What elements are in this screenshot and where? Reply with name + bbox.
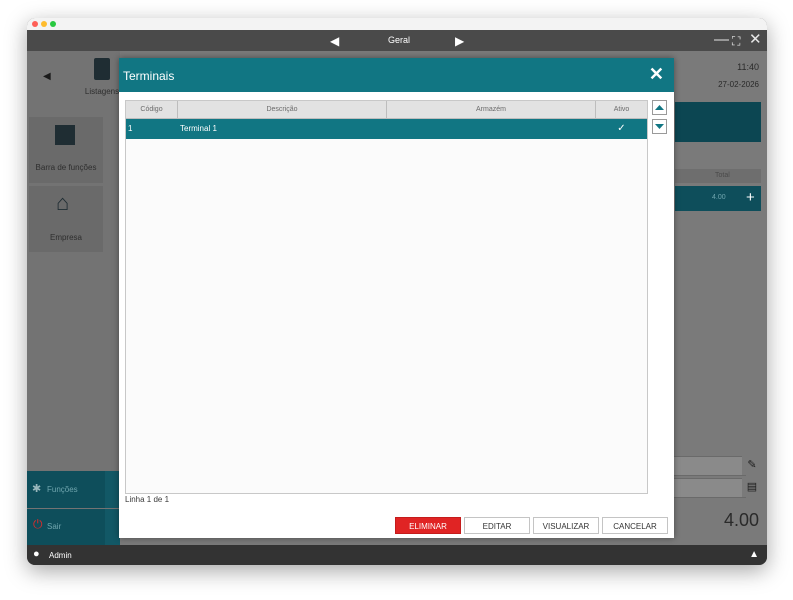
date-display: 27-02-2026 (718, 80, 759, 89)
scroll-up-button[interactable] (652, 100, 667, 115)
cell-ativo-check: ✓ (617, 123, 626, 134)
funcoes-extra-tile[interactable] (105, 471, 120, 508)
total-column-header: Total (675, 169, 761, 183)
user-icon: ● (33, 548, 40, 560)
editar-button[interactable]: EDITAR (464, 517, 530, 534)
table-row[interactable]: 1 Terminal 1 ✓ (126, 119, 647, 139)
cancelar-button[interactable]: CANCELAR (602, 517, 668, 534)
document-list-icon (94, 58, 110, 80)
sair-extra-tile[interactable] (105, 509, 120, 545)
cell-armazem (389, 119, 594, 139)
back-arrow-icon[interactable]: ◀ (43, 71, 51, 82)
time-display: 11:40 (737, 62, 759, 72)
cell-codigo: 1 (128, 124, 133, 133)
dialog-title: Terminais (123, 69, 175, 83)
terminals-table: Código Descrição Armazém Ativo 1 Termina… (125, 100, 648, 494)
status-bar: ● Admin ▲ (27, 545, 767, 565)
eliminar-button[interactable]: ELIMINAR (395, 517, 461, 534)
barra-funcoes-label: Barra de funções (35, 163, 97, 172)
line-item-row[interactable]: 4.00 + (675, 186, 761, 211)
scroll-down-button[interactable] (652, 119, 667, 134)
grand-total: 4.00 (723, 510, 759, 530)
user-name: Admin (49, 551, 72, 560)
toolbar-icon (55, 125, 75, 145)
power-icon: ⏻ (33, 517, 43, 531)
fullscreen-icon[interactable]: ⛶ (732, 33, 740, 49)
zoom-window-dot[interactable] (50, 21, 56, 27)
listagens-tile[interactable]: Listagens (84, 51, 120, 103)
home-icon: ⌂ (56, 190, 70, 215)
document-field[interactable] (672, 478, 746, 498)
col-ativo-header[interactable]: Ativo (596, 101, 647, 118)
close-window-dot[interactable] (32, 21, 38, 27)
app-header: ◀ Geral ▶ — ⛶ ✕ (27, 30, 767, 51)
minimize-icon[interactable]: — (714, 32, 729, 48)
col-armazem-header[interactable]: Armazém (387, 101, 596, 118)
visualizar-button[interactable]: VISUALIZAR (533, 517, 599, 534)
dialog-header: Terminais ✕ (119, 58, 674, 92)
customer-panel (675, 102, 761, 142)
line-total: 4.00 (712, 194, 726, 201)
empresa-label: Empresa (49, 233, 82, 242)
col-codigo-header[interactable]: Código (126, 101, 178, 118)
bell-icon[interactable]: ▲ (749, 549, 759, 560)
row-count-status: Linha 1 de 1 (125, 495, 170, 504)
window-title-bar (27, 18, 767, 30)
close-dialog-icon[interactable]: ✕ (649, 64, 664, 84)
pencil-icon[interactable]: ✎ (742, 455, 762, 475)
document-icon[interactable]: ▤ (742, 477, 762, 497)
sair-button[interactable]: ⏻ Sair (27, 509, 107, 545)
funcoes-label: Funções (47, 485, 78, 494)
arrow-down-icon (655, 124, 664, 129)
next-arrow-icon[interactable]: ▶ (455, 34, 464, 48)
listagens-label: Listagens (84, 87, 120, 96)
sair-label: Sair (47, 522, 62, 531)
note-field[interactable] (672, 456, 746, 476)
cell-descricao: Terminal 1 (180, 124, 217, 133)
minimize-window-dot[interactable] (41, 21, 47, 27)
terminais-dialog: Terminais ✕ Código Descrição Armazém Ati… (119, 58, 674, 538)
table-header: Código Descrição Armazém Ativo (126, 101, 647, 119)
header-title: Geral (388, 35, 411, 45)
col-descricao-header[interactable]: Descrição (178, 101, 387, 118)
add-icon[interactable]: + (746, 189, 755, 206)
arrow-up-icon (655, 105, 664, 110)
funcoes-button[interactable]: ✱ Funções (27, 471, 107, 508)
close-icon[interactable]: ✕ (749, 32, 762, 48)
prev-arrow-icon[interactable]: ◀ (330, 34, 339, 48)
barra-funcoes-tile[interactable]: Barra de funções (29, 117, 103, 183)
empresa-tile[interactable]: ⌂ Empresa (29, 186, 103, 252)
wrench-icon: ✱ (32, 483, 42, 495)
